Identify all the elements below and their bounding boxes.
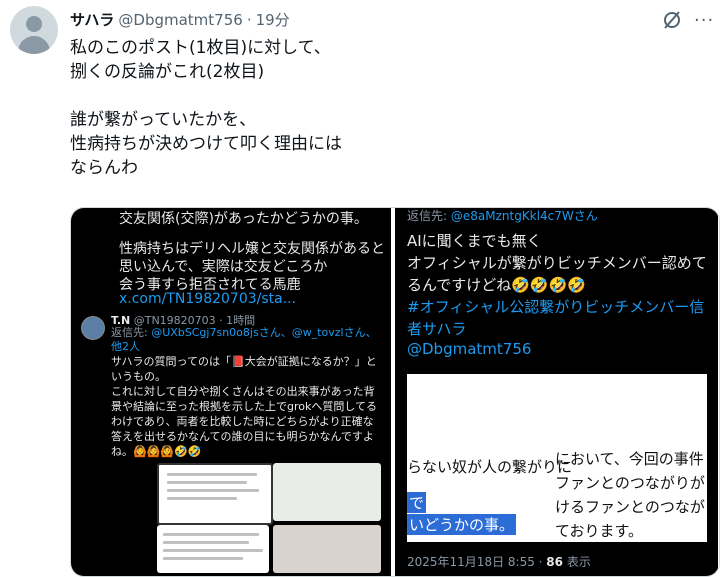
avatar[interactable] <box>10 6 58 54</box>
doc-left-highlight-2: いどうかの事。 <box>407 514 517 535</box>
doc-left-highlight-1: で <box>407 492 427 513</box>
image2-reply-to-label: 返信先: <box>407 209 451 223</box>
post-header: サハラ @Dbgmatmt756 · 19分 <box>70 9 290 30</box>
post-text: 私のこのポスト(1枚目)に対して、 捌くの反論がこれ(2枚目) 誰が繋がっていた… <box>70 38 342 178</box>
more-options-icon[interactable]: ··· <box>694 10 714 31</box>
doc-right-line-1: において、今回の事件 <box>555 450 704 468</box>
attached-image-1[interactable]: 交友関係(交際)があったかどうかの事。 性病持ちはデリヘル嬢と交友関係があると思… <box>71 208 391 576</box>
image2-footer: 2025年11月18日 8:55 · 86 表示 <box>407 553 591 570</box>
author-handle[interactable]: @Dbgmatmt756 <box>118 11 242 29</box>
reply-body: サハラの質問ってのは「📕大会が証拠になるか？」というもの。 これに対して自分や捌… <box>111 355 378 458</box>
image1-paragraph: 性病持ちはデリヘル嬢と交友関係があると思い込んで、実際は交友どころか 会う事すら… <box>119 241 385 293</box>
image1-top-text: 交友関係(交際)があったかどうかの事。 <box>119 211 368 227</box>
doc-left-line: らない奴が人の繋がりに <box>407 458 573 476</box>
image2-reply-to-handle: @e8aMzntgKkl4c7Wさん <box>450 209 598 223</box>
author-name[interactable]: サハラ <box>70 9 114 30</box>
reply-to-label: 返信先: <box>111 326 152 339</box>
image2-date: 2025年11月18日 8:55 <box>407 555 535 569</box>
doc-right-line-2: ファンとのつながりが <box>555 474 705 492</box>
image1-link: x.com/TN19820703/sta... <box>119 291 297 307</box>
image2-mention: @Dbgmatmt756 <box>407 340 532 358</box>
image2-views-label: 表示 <box>563 555 591 569</box>
attached-image-2[interactable]: 返信先: @e8aMzntgKkl4c7Wさん AIに聞くまでも無く オフィシャ… <box>395 208 718 576</box>
reply-thumbnails <box>157 463 387 573</box>
reply-avatar <box>81 316 105 340</box>
image2-hashtag: #オフィシャル公認繋がりビッチメンバー信者サハラ <box>407 298 705 338</box>
media-grid[interactable]: 交友関係(交際)があったかどうかの事。 性病持ちはデリヘル嬢と交友関係があると思… <box>70 207 720 577</box>
quoted-document: らない奴が人の繋がりに で いどうかの事。 において、今回の事件 ファンとのつな… <box>407 374 707 542</box>
doc-right-line-3: けるファンとのつなが <box>555 498 705 516</box>
image2-views: 86 <box>546 555 563 569</box>
doc-right-line-4: ております。 <box>555 522 644 540</box>
reply-to-handles: @UXbSCgj7sn0o8jsさん、@w_tovzlさん、他2人 <box>111 326 377 353</box>
image2-footer-dot: · <box>534 555 547 569</box>
grok-icon[interactable] <box>660 8 684 32</box>
image2-body: AIに聞くまでも無く オフィシャルが繋がりビッチメンバー認めてるんですけどね🤣🤣… <box>407 232 707 294</box>
post-time[interactable]: 19分 <box>256 9 290 30</box>
separator-dot: · <box>246 10 252 29</box>
